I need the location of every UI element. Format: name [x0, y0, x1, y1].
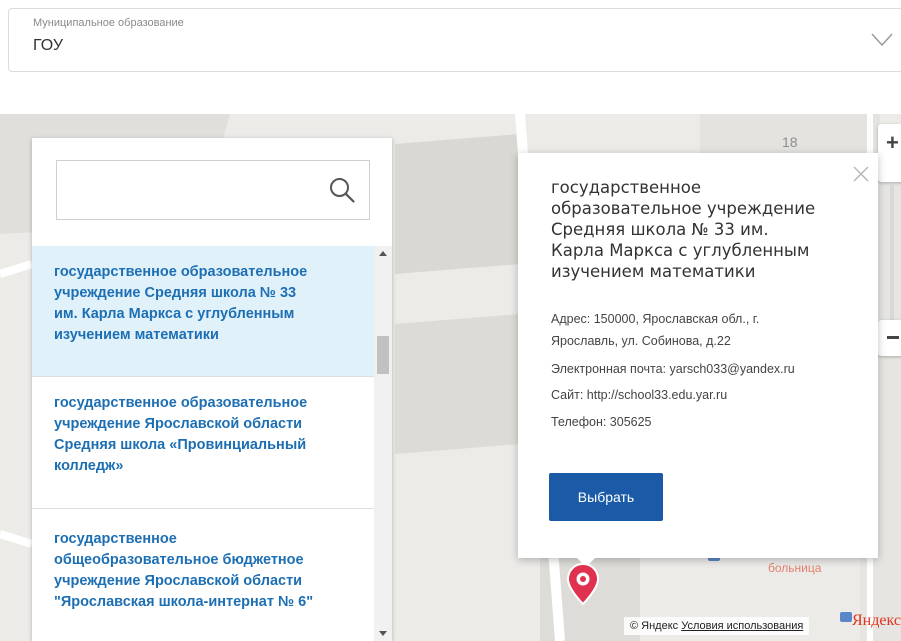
copyright-text: © Яндекс — [630, 620, 679, 632]
close-icon[interactable] — [852, 165, 870, 183]
list-item-line: "Ярославская школа-интернат № 6" — [54, 594, 314, 610]
minus-icon — [887, 336, 899, 339]
map-copyright: © Яндекс Условия использования — [624, 617, 810, 635]
yandex-logo: Яндекс — [852, 612, 901, 629]
zoom-in-button[interactable]: + — [878, 124, 901, 182]
list-item-line: учреждение Ярославской области — [54, 416, 303, 432]
list-item[interactable]: государственное общеобразовательное бюдж… — [32, 509, 374, 641]
scroll-thumb[interactable] — [377, 336, 389, 374]
list-scrollbar[interactable] — [374, 246, 392, 641]
list-item[interactable]: государственное образовательное учрежден… — [32, 377, 374, 509]
list-item-line: государственное образовательное — [54, 395, 308, 411]
chevron-down-icon[interactable] — [871, 33, 893, 47]
list-item-line: колледж» — [54, 458, 124, 474]
zoom-slider[interactable] — [890, 184, 894, 320]
balloon-title-line: образовательное учреждение — [551, 199, 816, 218]
municipality-select[interactable]: Муниципальное образование ГОУ — [8, 8, 901, 72]
list-item-line: Средняя школа «Провинциальный — [54, 437, 307, 453]
list-item-line: общеобразовательное бюджетное — [54, 552, 304, 568]
municipality-value: ГОУ — [33, 37, 64, 54]
address-line: Адрес: 150000, Ярославская обл., г. — [551, 312, 760, 326]
balloon-title-line: Карла Маркса с углубленным — [551, 241, 810, 260]
school-list-panel: государственное образовательное учрежден… — [32, 138, 392, 641]
map-poi-label: больница — [768, 561, 822, 575]
search-input[interactable] — [57, 161, 327, 219]
terms-link[interactable]: Условия использования — [681, 620, 803, 632]
select-button[interactable]: Выбрать — [549, 473, 663, 521]
plus-icon: + — [886, 130, 899, 155]
list-item-line: государственное образовательное — [54, 264, 308, 280]
search-box — [56, 160, 370, 220]
balloon-title-line: изучением математики — [551, 262, 756, 281]
list-item-line: учреждение Средняя школа № 33 — [54, 285, 297, 301]
phone-text: Телефон: 305625 — [551, 415, 652, 429]
balloon-title: государственное образовательное учрежден… — [551, 177, 851, 282]
list-item-line: государственное — [54, 531, 177, 547]
zoom-out-button[interactable] — [878, 320, 901, 356]
municipality-label: Муниципальное образование — [33, 17, 184, 29]
scroll-down-arrow-icon[interactable] — [374, 625, 392, 641]
school-list: государственное образовательное учрежден… — [32, 246, 392, 641]
email-text: Электронная почта: yarsch033@yandex.ru — [551, 362, 795, 376]
map-building-number: 18 — [782, 134, 798, 150]
list-item[interactable]: государственное образовательное учрежден… — [32, 246, 374, 377]
list-item-line: учреждение Ярославской области — [54, 573, 303, 589]
address-line: Ярославль, ул. Собинова, д.22 — [551, 334, 731, 348]
scroll-up-arrow-icon[interactable] — [374, 246, 392, 262]
map-pin-icon[interactable] — [566, 562, 600, 606]
site-text: Сайт: http://school33.edu.yar.ru — [551, 388, 728, 402]
search-icon[interactable] — [329, 177, 355, 203]
list-item-line: им. Карла Маркса с углубленным — [54, 306, 295, 322]
balloon-title-line: Средняя школа № 33 им. — [551, 220, 769, 239]
balloon-title-line: государственное — [551, 178, 701, 197]
school-info-balloon: государственное образовательное учрежден… — [518, 153, 878, 567]
list-item-line: изучением математики — [54, 327, 219, 343]
